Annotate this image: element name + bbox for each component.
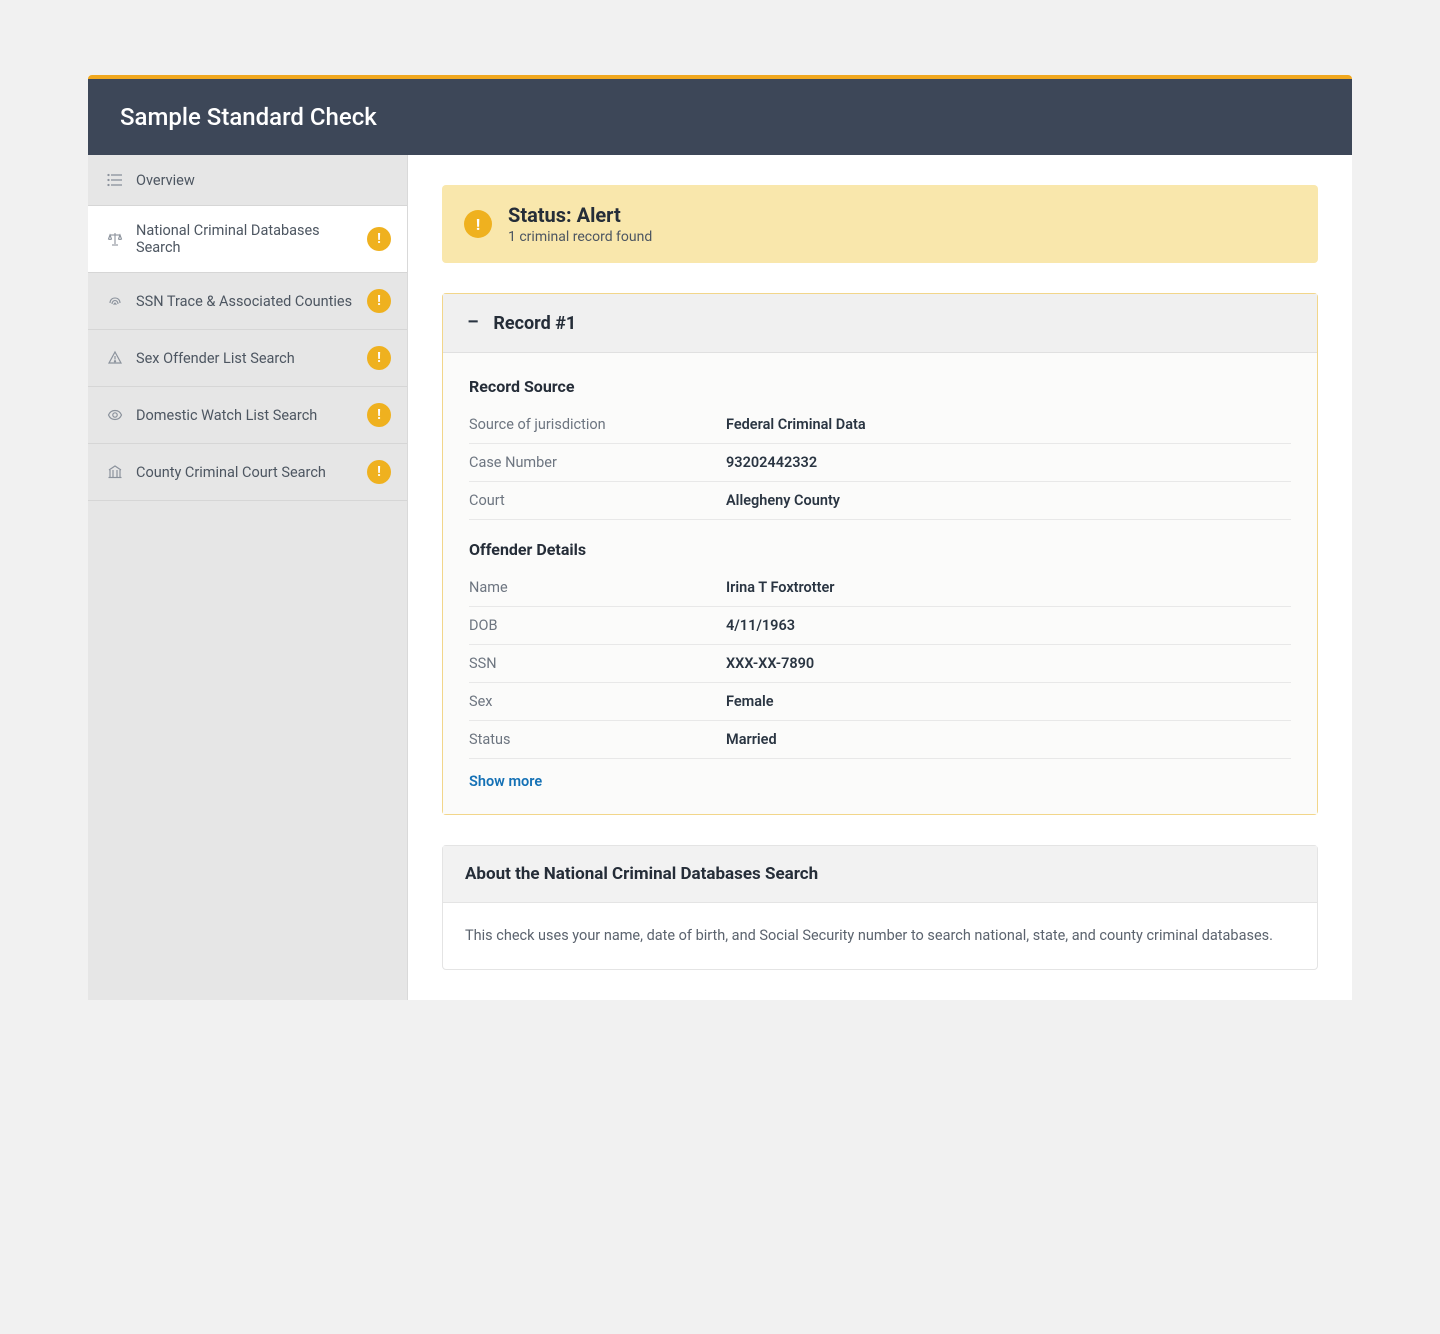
kv-row: CourtAllegheny County — [469, 482, 1291, 520]
kv-row: Case Number93202442332 — [469, 444, 1291, 482]
kv-row: DOB4/11/1963 — [469, 607, 1291, 645]
kv-row: SexFemale — [469, 683, 1291, 721]
sidebar-item-national-criminal[interactable]: National Criminal Databases Search ! — [88, 206, 407, 273]
status-banner: ! Status: Alert 1 criminal record found — [442, 185, 1318, 263]
record-source-heading: Record Source — [469, 377, 1291, 396]
kv-value: Married — [726, 731, 1291, 748]
sidebar-item-overview[interactable]: Overview — [88, 155, 407, 206]
kv-row: SSNXXX-XX-7890 — [469, 645, 1291, 683]
kv-row: NameIrina T Foxtrotter — [469, 569, 1291, 607]
alert-icon: ! — [367, 289, 391, 313]
kv-row: Source of jurisdictionFederal Criminal D… — [469, 406, 1291, 444]
sidebar-item-label: Sex Offender List Search — [136, 350, 359, 367]
about-panel: About the National Criminal Databases Se… — [442, 845, 1318, 970]
kv-key: Court — [469, 492, 726, 509]
kv-row: StatusMarried — [469, 721, 1291, 759]
kv-value: Female — [726, 693, 1291, 710]
kv-key: Status — [469, 731, 726, 748]
about-body: This check uses your name, date of birth… — [443, 903, 1317, 969]
sidebar-item-sex-offender[interactable]: Sex Offender List Search ! — [88, 330, 407, 387]
fingerprint-icon — [106, 292, 124, 310]
kv-value: XXX-XX-7890 — [726, 655, 1291, 672]
alert-icon: ! — [367, 460, 391, 484]
show-more-link[interactable]: Show more — [469, 759, 542, 790]
kv-value: Federal Criminal Data — [726, 416, 1291, 433]
card-header: Sample Standard Check — [88, 79, 1352, 155]
record-panel: − Record #1 Record Source Source of juri… — [442, 293, 1318, 815]
sidebar-item-ssn-trace[interactable]: SSN Trace & Associated Counties ! — [88, 273, 407, 330]
status-title: Status: Alert — [508, 203, 652, 227]
courthouse-icon — [106, 463, 124, 481]
banner-text: Status: Alert 1 criminal record found — [508, 203, 652, 245]
kv-key: DOB — [469, 617, 726, 634]
offender-details-heading: Offender Details — [469, 540, 1291, 559]
kv-key: Case Number — [469, 454, 726, 471]
record-header[interactable]: − Record #1 — [443, 294, 1317, 353]
page-title: Sample Standard Check — [120, 103, 1320, 131]
record-body: Record Source Source of jurisdictionFede… — [443, 353, 1317, 814]
kv-value: Irina T Foxtrotter — [726, 579, 1291, 596]
status-subtitle: 1 criminal record found — [508, 229, 652, 245]
warning-icon — [106, 349, 124, 367]
about-header: About the National Criminal Databases Se… — [443, 846, 1317, 903]
eye-icon — [106, 406, 124, 424]
scales-icon — [106, 230, 124, 248]
collapse-icon: − — [467, 312, 479, 334]
kv-value: Allegheny County — [726, 492, 1291, 509]
about-title: About the National Criminal Databases Se… — [465, 864, 1295, 884]
sidebar-item-domestic-watch[interactable]: Domestic Watch List Search ! — [88, 387, 407, 444]
list-icon — [106, 171, 124, 189]
card-body: Overview National Criminal Databases Sea… — [88, 155, 1352, 1000]
sidebar-item-county-court[interactable]: County Criminal Court Search ! — [88, 444, 407, 501]
sidebar-item-label: County Criminal Court Search — [136, 464, 359, 481]
sidebar-item-label: Overview — [136, 172, 391, 189]
kv-key: Name — [469, 579, 726, 596]
alert-icon: ! — [367, 227, 391, 251]
report-card: Sample Standard Check Overview National … — [88, 75, 1352, 1000]
alert-icon: ! — [367, 403, 391, 427]
sidebar-item-label: Domestic Watch List Search — [136, 407, 359, 424]
main-content: ! Status: Alert 1 criminal record found … — [408, 155, 1352, 1000]
kv-key: SSN — [469, 655, 726, 672]
kv-key: Sex — [469, 693, 726, 710]
sidebar-item-label: SSN Trace & Associated Counties — [136, 293, 359, 310]
kv-value: 4/11/1963 — [726, 617, 1291, 634]
alert-icon: ! — [367, 346, 391, 370]
record-title: Record #1 — [493, 313, 576, 334]
sidebar-item-label: National Criminal Databases Search — [136, 222, 359, 256]
kv-value: 93202442332 — [726, 454, 1291, 471]
alert-icon: ! — [464, 210, 492, 238]
kv-key: Source of jurisdiction — [469, 416, 726, 433]
sidebar: Overview National Criminal Databases Sea… — [88, 155, 408, 1000]
